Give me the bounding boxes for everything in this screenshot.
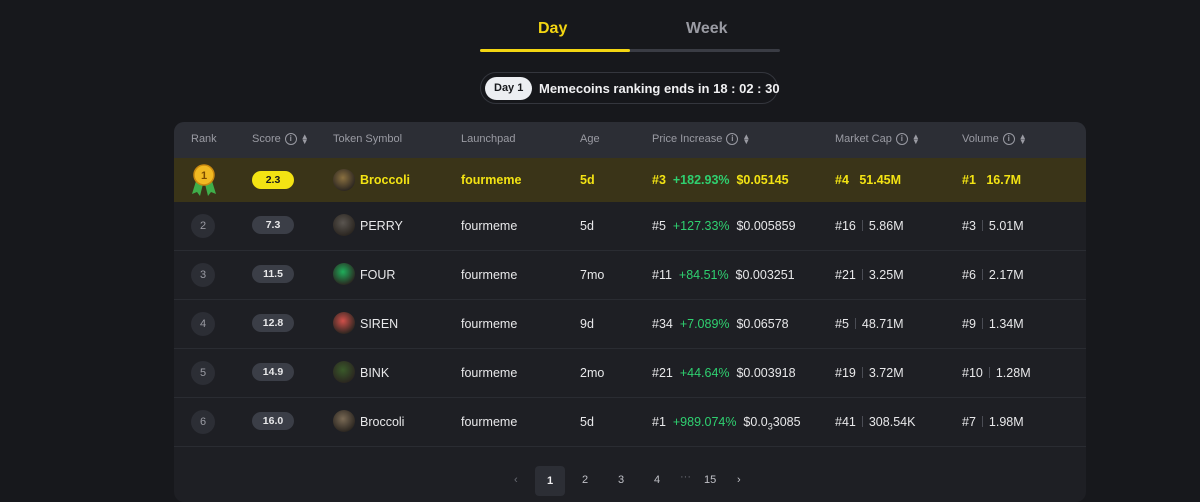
volume: #10 1.28M bbox=[962, 366, 1031, 380]
table-row[interactable]: 3 11.5 FOUR fourmeme 7mo #11 +84.51% $0.… bbox=[174, 251, 1086, 300]
header-volume[interactable]: Volume i ▲ ▼ bbox=[962, 133, 1027, 146]
header-symbol: Token Symbol bbox=[333, 133, 403, 145]
header-market-cap[interactable]: Market Cap i ▲ ▼ bbox=[835, 133, 920, 146]
header-price-increase[interactable]: Price Increase i ▲ ▼ bbox=[652, 133, 750, 146]
countdown-banner: Day 1 Memecoins ranking ends in 18 : 02 … bbox=[480, 72, 780, 104]
launchpad: fourmeme bbox=[461, 317, 518, 331]
page-2-button[interactable]: 2 bbox=[582, 474, 588, 486]
launchpad: fourmeme bbox=[461, 219, 518, 233]
rank-badge: 5 bbox=[191, 361, 215, 385]
price-increase: #5 +127.33% $0.005859 bbox=[652, 219, 796, 233]
tab-progress-fill bbox=[480, 49, 630, 52]
price-increase: #11 +84.51% $0.003251 bbox=[652, 268, 795, 282]
countdown-text: Memecoins ranking ends in 18 : 02 : 30 bbox=[539, 81, 780, 96]
market-cap: #4 51.45M bbox=[835, 173, 902, 187]
day-chip: Day 1 bbox=[485, 77, 533, 100]
launchpad: fourmeme bbox=[461, 173, 522, 187]
page-3-button[interactable]: 3 bbox=[618, 474, 624, 486]
tab-day[interactable]: Day bbox=[538, 20, 567, 38]
age: 9d bbox=[580, 317, 594, 331]
market-cap: #41 308.54K bbox=[835, 415, 916, 429]
token-symbol[interactable]: BINK bbox=[360, 366, 389, 380]
rank-badge: 4 bbox=[191, 312, 215, 336]
info-icon[interactable]: i bbox=[726, 133, 739, 145]
score-badge: 2.3 bbox=[252, 171, 294, 189]
token-symbol[interactable]: Broccoli bbox=[360, 173, 410, 187]
score-badge: 14.9 bbox=[252, 363, 294, 381]
volume: #1 16.7M bbox=[962, 173, 1022, 187]
table-row[interactable]: 4 12.8 SIREN fourmeme 9d #34 +7.089% $0.… bbox=[174, 300, 1086, 349]
token-avatar bbox=[333, 410, 355, 432]
prev-page-button[interactable]: ‹ bbox=[514, 474, 518, 486]
info-icon[interactable]: i bbox=[1002, 133, 1015, 145]
volume: #7 1.98M bbox=[962, 415, 1024, 429]
age: 5d bbox=[580, 415, 594, 429]
table-row[interactable]: 6 16.0 Broccoli fourmeme 5d #1 +989.074%… bbox=[174, 398, 1086, 447]
tab-week[interactable]: Week bbox=[686, 20, 728, 38]
age: 5d bbox=[580, 173, 595, 187]
sort-icon[interactable]: ▲ ▼ bbox=[742, 133, 750, 146]
table-row[interactable]: 1 2.3 Broccoli fourmeme 5d #3 +182.93% $… bbox=[174, 158, 1086, 202]
header-rank: Rank bbox=[191, 133, 217, 145]
market-cap: #16 5.86M bbox=[835, 219, 904, 233]
table-row[interactable]: 2 7.3 PERRY fourmeme 5d #5 +127.33% $0.0… bbox=[174, 202, 1086, 251]
volume: #9 1.34M bbox=[962, 317, 1024, 331]
pagination-ellipsis: ··· bbox=[680, 471, 691, 483]
token-avatar bbox=[333, 169, 355, 191]
token-symbol[interactable]: PERRY bbox=[360, 219, 403, 233]
sort-icon[interactable]: ▲ ▼ bbox=[301, 133, 309, 146]
page-15-button[interactable]: 15 bbox=[704, 474, 716, 486]
info-icon[interactable]: i bbox=[895, 133, 908, 145]
token-avatar bbox=[333, 361, 355, 383]
market-cap: #5 48.71M bbox=[835, 317, 904, 331]
token-avatar bbox=[333, 214, 355, 236]
sort-icon[interactable]: ▲ ▼ bbox=[912, 133, 920, 146]
header-launchpad: Launchpad bbox=[461, 133, 516, 145]
market-cap: #21 3.25M bbox=[835, 268, 904, 282]
gold-medal-icon: 1 bbox=[192, 164, 216, 196]
price-increase: #3 +182.93% $0.05145 bbox=[652, 173, 789, 187]
rank-badge: 6 bbox=[191, 410, 215, 434]
rank-badge: 3 bbox=[191, 263, 215, 287]
header-age: Age bbox=[580, 133, 600, 145]
page-1-button[interactable]: 1 bbox=[535, 466, 565, 496]
token-symbol[interactable]: FOUR bbox=[360, 268, 395, 282]
score-badge: 11.5 bbox=[252, 265, 294, 283]
age: 5d bbox=[580, 219, 594, 233]
token-symbol[interactable]: SIREN bbox=[360, 317, 398, 331]
score-badge: 16.0 bbox=[252, 412, 294, 430]
svg-text:1: 1 bbox=[201, 170, 207, 182]
score-badge: 12.8 bbox=[252, 314, 294, 332]
ranking-table: Rank Score i ▲ ▼ Token Symbol Launchpad Age… bbox=[174, 122, 1086, 502]
price-increase: #21 +44.64% $0.003918 bbox=[652, 366, 796, 380]
header-score[interactable]: Score i ▲ ▼ bbox=[252, 133, 309, 146]
launchpad: fourmeme bbox=[461, 268, 518, 282]
sort-icon[interactable]: ▲ ▼ bbox=[1019, 133, 1027, 146]
price-increase: #34 +7.089% $0.06578 bbox=[652, 317, 789, 331]
score-badge: 7.3 bbox=[252, 216, 294, 234]
token-avatar bbox=[333, 312, 355, 334]
tab-progress-track bbox=[480, 49, 780, 52]
age: 7mo bbox=[580, 268, 605, 282]
token-avatar bbox=[333, 263, 355, 285]
next-page-button[interactable]: › bbox=[737, 474, 741, 486]
launchpad: fourmeme bbox=[461, 415, 518, 429]
info-icon[interactable]: i bbox=[284, 133, 297, 145]
page-4-button[interactable]: 4 bbox=[654, 474, 660, 486]
table-header: Rank Score i ▲ ▼ Token Symbol Launchpad Age… bbox=[174, 122, 1086, 158]
price-increase: #1 +989.074% $0.033085 bbox=[652, 415, 801, 432]
volume: #3 5.01M bbox=[962, 219, 1024, 233]
token-symbol[interactable]: Broccoli bbox=[360, 415, 404, 429]
period-tabs: Day Week bbox=[480, 14, 780, 54]
table-row[interactable]: 5 14.9 BINK fourmeme 2mo #21 +44.64% $0.… bbox=[174, 349, 1086, 398]
market-cap: #19 3.72M bbox=[835, 366, 904, 380]
rank-badge: 2 bbox=[191, 214, 215, 238]
age: 2mo bbox=[580, 366, 605, 380]
launchpad: fourmeme bbox=[461, 366, 518, 380]
volume: #6 2.17M bbox=[962, 268, 1024, 282]
pagination: ‹ 1 2 3 4 ··· 15 › bbox=[505, 466, 765, 496]
